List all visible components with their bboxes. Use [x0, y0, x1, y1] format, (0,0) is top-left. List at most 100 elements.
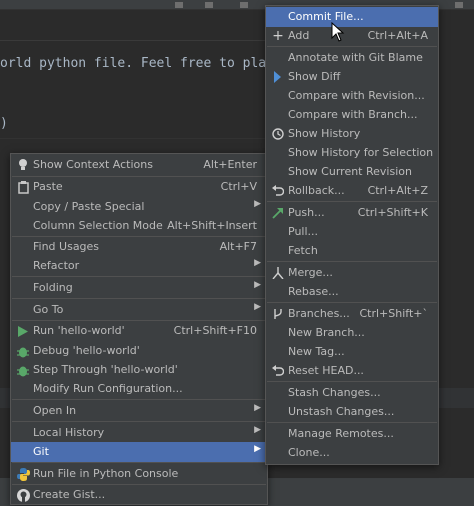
menu-item-label: Refactor — [33, 259, 80, 272]
editor-right-area — [438, 10, 474, 506]
menu-item-label: Clone... — [288, 446, 330, 459]
menu-item-label: Branches... — [288, 307, 350, 320]
history-icon — [270, 126, 286, 142]
menu-item-label: Show Current Revision — [288, 165, 412, 178]
toolbar-mark — [175, 2, 183, 8]
menu-item-label: Annotate with Git Blame — [288, 51, 423, 64]
git-merge[interactable]: Merge... — [266, 263, 438, 283]
menu-column-selection-mode[interactable]: Column Selection Mode Alt+Shift+Insert — [11, 216, 267, 236]
git-compare-branch[interactable]: Compare with Branch... — [266, 105, 438, 125]
menu-item-label: Folding — [33, 281, 73, 294]
menu-separator — [12, 276, 266, 277]
menu-copy-paste-special[interactable]: Copy / Paste Special ▶ — [11, 197, 267, 217]
menu-separator — [12, 298, 266, 299]
menu-paste[interactable]: Paste Ctrl+V — [11, 177, 267, 197]
shortcut-label: Ctrl+Shift+F10 — [173, 324, 257, 337]
submenu-arrow-icon: ▶ — [254, 258, 261, 268]
clipboard-icon — [15, 179, 31, 195]
code-line[interactable]: orld python file. Feel free to play a — [0, 56, 290, 71]
shortcut-label: Ctrl+Alt+Z — [367, 184, 428, 197]
menu-item-label: Git — [33, 445, 49, 458]
menu-open-in[interactable]: Open In ▶ — [11, 401, 267, 421]
menu-item-label: New Tag... — [288, 345, 345, 358]
menu-item-label: Add — [288, 29, 310, 42]
git-rollback[interactable]: Rollback... Ctrl+Alt+Z — [266, 181, 438, 201]
menu-item-label: Show Context Actions — [33, 158, 153, 171]
menu-modify-run-config[interactable]: Modify Run Configuration... — [11, 379, 267, 399]
shortcut-label: Ctrl+Alt+A — [367, 29, 428, 42]
push-icon — [270, 205, 286, 221]
menu-item-label: Copy / Paste Special — [33, 200, 145, 213]
menu-separator — [267, 201, 437, 202]
menu-show-context-actions[interactable]: Show Context Actions Alt+Enter — [11, 155, 267, 175]
shortcut-label: Ctrl+V — [220, 180, 257, 193]
git-unstash[interactable]: Unstash Changes... — [266, 402, 438, 422]
menu-item-label: Reset HEAD... — [288, 364, 364, 377]
menu-item-label: Manage Remotes... — [288, 427, 394, 440]
menu-item-label: Step Through 'hello-world' — [33, 363, 178, 376]
git-new-branch[interactable]: New Branch... — [266, 323, 438, 343]
git-add[interactable]: + Add Ctrl+Alt+A — [266, 26, 438, 46]
menu-separator — [267, 422, 437, 423]
submenu-arrow-icon: ▶ — [254, 444, 261, 454]
git-stash[interactable]: Stash Changes... — [266, 383, 438, 403]
git-reset-head[interactable]: Reset HEAD... — [266, 361, 438, 381]
menu-find-usages[interactable]: Find Usages Alt+F7 — [11, 237, 267, 257]
submenu-arrow-icon: ▶ — [254, 425, 261, 435]
diff-icon — [270, 69, 286, 85]
git-new-tag[interactable]: New Tag... — [266, 342, 438, 362]
menu-item-label: Create Gist... — [33, 488, 106, 501]
step-debug-icon — [15, 362, 31, 378]
merge-icon — [270, 265, 286, 281]
menu-item-label: Unstash Changes... — [288, 405, 395, 418]
menu-item-label: Compare with Revision... — [288, 89, 425, 102]
git-show-diff[interactable]: Show Diff — [266, 67, 438, 87]
editor-tab-divider — [0, 40, 270, 41]
toolbar-mark — [205, 2, 213, 8]
menu-refactor[interactable]: Refactor ▶ — [11, 256, 267, 276]
menu-item-label: Go To — [33, 303, 64, 316]
git-fetch[interactable]: Fetch — [266, 241, 438, 261]
submenu-arrow-icon: ▶ — [254, 280, 261, 290]
git-push[interactable]: Push... Ctrl+Shift+K — [266, 203, 438, 223]
menu-step-through[interactable]: Step Through 'hello-world' — [11, 360, 267, 380]
git-pull[interactable]: Pull... — [266, 222, 438, 242]
menu-item-label: Paste — [33, 180, 63, 193]
git-branches[interactable]: Branches... Ctrl+Shift+` — [266, 304, 438, 324]
git-annotate-blame[interactable]: Annotate with Git Blame — [266, 48, 438, 68]
git-manage-remotes[interactable]: Manage Remotes... — [266, 424, 438, 444]
code-paren[interactable]: ) — [0, 116, 8, 131]
menu-item-label: Show Diff — [288, 70, 341, 83]
git-rebase[interactable]: Rebase... — [266, 282, 438, 302]
toolbar-mark — [455, 2, 463, 8]
menu-create-gist[interactable]: Create Gist... — [11, 485, 267, 505]
menu-separator — [12, 462, 266, 463]
git-current-revision[interactable]: Show Current Revision — [266, 162, 438, 182]
menu-folding[interactable]: Folding ▶ — [11, 278, 267, 298]
menu-item-label: Compare with Branch... — [288, 108, 418, 121]
menu-item-label: Run 'hello-world' — [33, 324, 125, 337]
menu-local-history[interactable]: Local History ▶ — [11, 423, 267, 443]
menu-debug[interactable]: Debug 'hello-world' — [11, 341, 267, 361]
menu-item-label: Show History — [288, 127, 361, 140]
menu-item-label: Find Usages — [33, 240, 100, 253]
python-icon — [15, 466, 31, 482]
menu-run[interactable]: Run 'hello-world' Ctrl+Shift+F10 — [11, 321, 267, 341]
menu-item-label: Modify Run Configuration... — [33, 382, 183, 395]
git-submenu: Commit File... + Add Ctrl+Alt+A Annotate… — [265, 5, 439, 465]
git-commit-file[interactable]: Commit File... — [266, 7, 438, 27]
menu-item-label: Merge... — [288, 266, 333, 279]
lightbulb-icon — [15, 157, 31, 173]
branch-icon — [270, 306, 286, 322]
menu-run-python-console[interactable]: Run File in Python Console — [11, 464, 267, 484]
menu-item-label: New Branch... — [288, 326, 365, 339]
git-history-selection[interactable]: Show History for Selection — [266, 143, 438, 163]
git-compare-revision[interactable]: Compare with Revision... — [266, 86, 438, 106]
menu-go-to[interactable]: Go To ▶ — [11, 300, 267, 320]
shortcut-label: Ctrl+Shift+` — [359, 307, 428, 320]
git-show-history[interactable]: Show History — [266, 124, 438, 144]
menu-git[interactable]: Git ▶ — [11, 442, 267, 462]
menu-separator — [267, 261, 437, 262]
menu-separator — [12, 421, 266, 422]
git-clone[interactable]: Clone... — [266, 443, 438, 463]
